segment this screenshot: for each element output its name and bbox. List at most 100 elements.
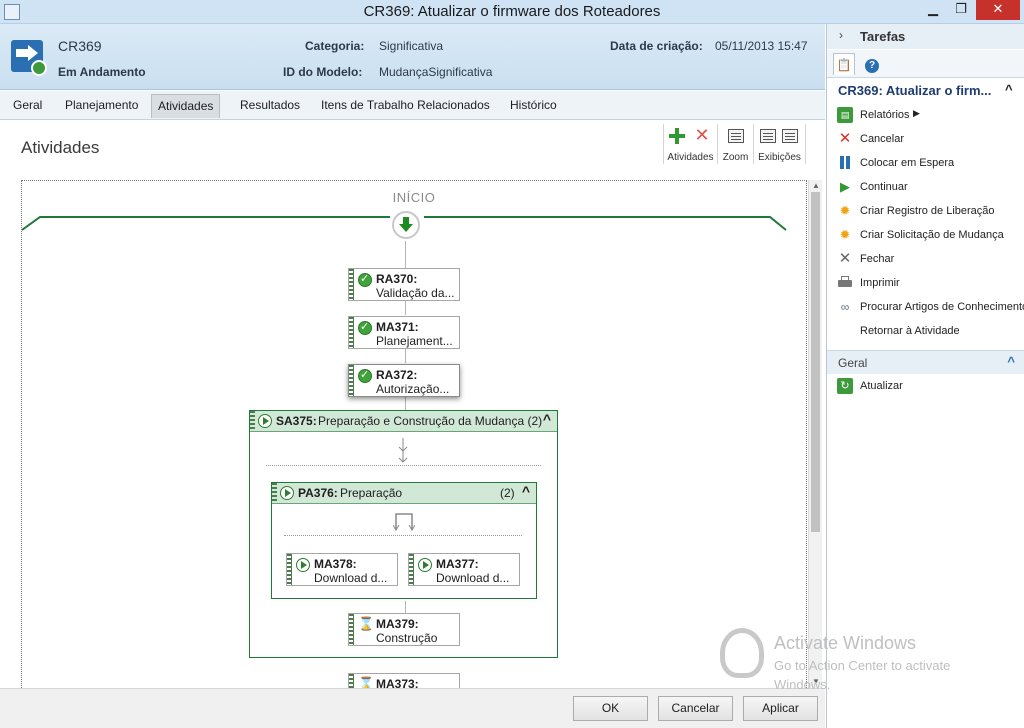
group-id: PA376: <box>298 486 338 500</box>
collapse-icon[interactable]: ^ <box>543 411 551 427</box>
task-colocar-em-espera[interactable]: Colocar em Espera <box>837 154 1024 174</box>
pending-hourglass-icon <box>358 616 374 632</box>
task-fechar[interactable]: ✕ Fechar <box>837 250 1024 270</box>
zoom-icon <box>728 129 744 143</box>
chevron-right-icon[interactable]: › <box>839 28 843 42</box>
cancel-icon: ✕ <box>838 130 852 147</box>
zoom-tool-label: Zoom <box>722 152 749 163</box>
group-title: Preparação <box>340 486 403 500</box>
parallel-activity-group[interactable]: PA376: Preparação (2) ^ MA378: Download … <box>271 482 537 599</box>
cancel-button[interactable]: Cancelar <box>658 696 733 721</box>
tab-geral[interactable]: Geral <box>9 96 46 120</box>
tab-resultados[interactable]: Resultados <box>236 96 304 120</box>
exibicoes-tool[interactable]: Exibições <box>754 124 806 164</box>
activity-text: Validação da... <box>376 286 455 300</box>
workflow-canvas: INÍCIO RA370: Validação da... MA371: Pla… <box>21 180 807 688</box>
add-activity-icon[interactable] <box>669 128 685 144</box>
activity-text: Construção <box>376 631 438 645</box>
help-icon[interactable]: ? <box>861 53 883 75</box>
activity-text: Autorização... <box>376 382 450 396</box>
atividades-tool-label: Atividades <box>667 152 714 163</box>
cr-status: Em Andamento <box>58 65 146 79</box>
tasks-clipboard-icon[interactable]: 📋 <box>833 53 855 75</box>
activity-node[interactable]: MA378: Download d... <box>286 553 398 586</box>
tab-itens-relacionados[interactable]: Itens de Trabalho Relacionados <box>317 96 494 120</box>
minimize-button[interactable]: ▁ <box>920 0 946 20</box>
title-bar: CR369: Atualizar o firmware dos Roteador… <box>0 0 1024 24</box>
zoom-tool[interactable]: Zoom <box>718 124 754 164</box>
tasks-panel: › Tarefas 📋 ? CR369: Atualizar o firm...… <box>826 24 1024 728</box>
modelo-label: ID do Modelo: <box>283 65 363 79</box>
activity-node[interactable]: MA371: Planejament... <box>348 316 460 349</box>
window-title: CR369: Atualizar o firmware dos Roteador… <box>363 3 661 20</box>
link-icon: ∞ <box>840 300 850 314</box>
activity-node[interactable]: MA379: Construção <box>348 613 460 646</box>
tasks-item-title: CR369: Atualizar o firm... <box>838 83 992 98</box>
activate-windows-watermark: Activate Windows Go to Action Center to … <box>720 628 1020 698</box>
activities-panel: Atividades ✕ Atividades Zoom Exibições I… <box>0 121 825 688</box>
sun-icon: ✹ <box>839 227 851 242</box>
activity-node[interactable]: MA377: Download d... <box>408 553 520 586</box>
tasks-header[interactable]: › Tarefas <box>827 24 1024 49</box>
task-continuar[interactable]: ▶ Continuar <box>837 178 1024 198</box>
task-criar-solicitacao-mudanca[interactable]: ✹ Criar Solicitação de Mudança <box>837 226 1024 246</box>
activity-id: RA372: <box>376 368 418 382</box>
completed-icon <box>358 320 372 335</box>
task-imprimir[interactable]: Imprimir <box>837 274 1024 294</box>
activity-node-selected[interactable]: RA372: Autorização... <box>348 364 460 397</box>
tab-historico[interactable]: Histórico <box>506 96 561 120</box>
group-header[interactable]: SA375: Preparação e Construção da Mudanç… <box>250 411 557 432</box>
tab-atividades[interactable]: Atividades <box>151 94 221 118</box>
sun-icon: ✹ <box>839 203 851 218</box>
tab-planejamento[interactable]: Planejamento <box>61 96 142 120</box>
in-progress-icon <box>418 558 432 572</box>
activity-id: MA378: <box>314 557 357 571</box>
pending-hourglass-icon <box>358 676 374 688</box>
group-count: (2) <box>500 486 515 500</box>
tab-bar: Geral Planejamento Atividades Resultados… <box>0 91 825 120</box>
activity-node[interactable]: RA370: Validação da... <box>348 268 460 301</box>
apply-button[interactable]: Aplicar <box>743 696 818 721</box>
task-retornar-atividade[interactable]: Retornar à Atividade <box>837 322 1024 342</box>
close-window-button[interactable]: ✕ <box>976 0 1020 20</box>
group-title: Preparação e Construção da Mudança (2) <box>318 414 543 428</box>
task-atualizar[interactable]: ↻ Atualizar <box>837 377 1024 397</box>
connector-line <box>405 396 406 410</box>
remove-activity-icon[interactable]: ✕ <box>694 126 710 144</box>
arrow-down-icon <box>399 217 413 232</box>
scroll-up-icon[interactable]: ▲ <box>811 181 821 191</box>
task-procurar-artigos[interactable]: ∞ Procurar Artigos de Conhecimento <box>837 298 1024 318</box>
scroll-thumb[interactable] <box>811 192 820 532</box>
start-node[interactable] <box>392 211 420 239</box>
activity-text: Download d... <box>436 571 510 585</box>
view-list-icon <box>782 129 798 143</box>
collapse-icon[interactable]: ^ <box>522 483 530 499</box>
restore-button[interactable]: ❐ <box>948 0 974 20</box>
geral-title: Geral <box>838 356 868 370</box>
activity-id: RA370: <box>376 272 418 286</box>
in-progress-icon <box>258 414 272 428</box>
collapse-icon[interactable]: ^ <box>1007 354 1015 369</box>
geral-section-header[interactable]: Geral ^ <box>827 350 1024 374</box>
refresh-icon: ↻ <box>837 378 853 394</box>
exibicoes-tool-label: Exibições <box>758 152 801 163</box>
sequential-activity-group[interactable]: SA375: Preparação e Construção da Mudanç… <box>249 410 558 658</box>
task-criar-registro-liberacao[interactable]: ✹ Criar Registro de Liberação <box>837 202 1024 222</box>
modelo-value: MudançaSignificativa <box>379 65 493 79</box>
connector-line <box>405 241 406 271</box>
task-relatorios[interactable]: ▤ Relatórios ▶ <box>837 106 1024 126</box>
data-criacao-label: Data de criação: <box>610 39 703 53</box>
activity-node[interactable]: MA373: <box>348 673 460 688</box>
task-cancelar[interactable]: ✕ Cancelar <box>837 130 1024 150</box>
completed-icon <box>358 272 372 287</box>
vertical-scrollbar[interactable]: ▲ ▼ <box>808 180 822 688</box>
completed-icon <box>358 368 372 383</box>
parallel-arrow-icon <box>393 513 415 531</box>
group-header[interactable]: PA376: Preparação (2) ^ <box>272 483 536 504</box>
ok-button[interactable]: OK <box>573 696 648 721</box>
sequence-arrow-icon <box>398 438 408 463</box>
key-icon <box>720 628 764 678</box>
collapse-icon[interactable]: ^ <box>1005 82 1013 97</box>
view-vertical-icon <box>760 129 776 143</box>
activity-id: MA379: <box>376 617 419 631</box>
